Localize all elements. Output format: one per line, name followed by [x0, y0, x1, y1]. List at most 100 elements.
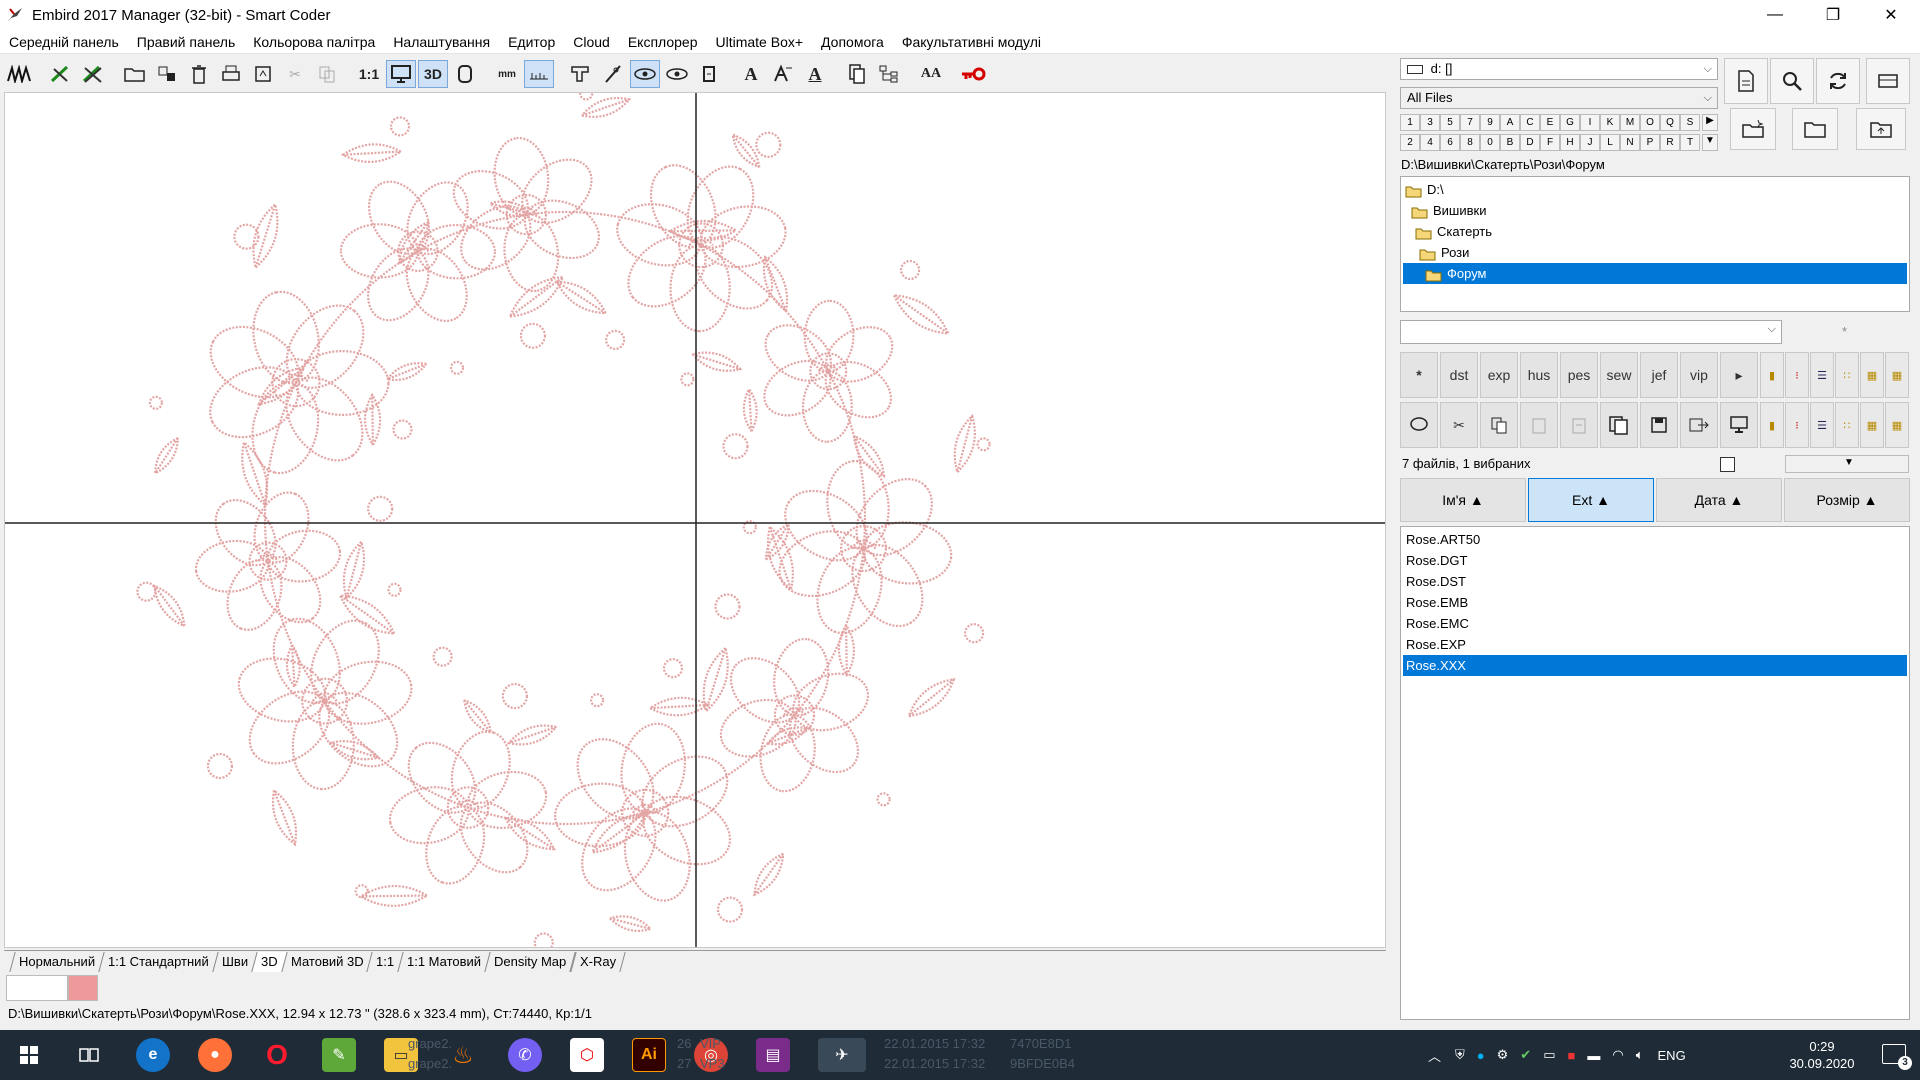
letter-filter-O[interactable]: O [1640, 114, 1660, 131]
ext-sew-button[interactable]: sew [1600, 352, 1638, 398]
save-icon[interactable] [1640, 402, 1678, 448]
letter-filter-L[interactable]: L [1600, 134, 1620, 151]
letter-filter-J[interactable]: J [1580, 134, 1600, 151]
wifi-icon[interactable]: ◠ [1612, 1047, 1623, 1063]
tree-item-forum[interactable]: Форум [1403, 263, 1907, 284]
send-to-machine-icon[interactable] [1720, 402, 1758, 448]
view-colors-icon[interactable]: ⁝ [1785, 352, 1809, 398]
task-view-icon[interactable] [72, 1038, 106, 1072]
volume-icon[interactable]: 🔈︎ [1636, 1047, 1644, 1063]
cut-icon[interactable]: ✂ [280, 60, 310, 88]
letter-scroll-down-icon[interactable]: ▼ [1702, 134, 1718, 151]
font-size-button[interactable]: AA [916, 60, 946, 88]
move-to-icon[interactable] [1680, 402, 1718, 448]
tree-structure-icon[interactable] [874, 60, 904, 88]
sort-date-button[interactable]: Дата ▲ [1656, 478, 1782, 522]
maximize-button[interactable]: ❐ [1804, 0, 1862, 30]
tab-matte-3d[interactable]: Матовий 3D [280, 952, 373, 972]
tree-item-rozy[interactable]: Рози [1419, 242, 1469, 263]
zoom-button[interactable] [1770, 58, 1814, 104]
letter-filter-8[interactable]: 8 [1460, 134, 1480, 151]
cut-file-icon[interactable]: ✂ [1440, 402, 1478, 448]
list-item[interactable]: Rose.EMB [1403, 592, 1907, 613]
list-item-selected[interactable]: Rose.XXX [1403, 655, 1907, 676]
minimize-button[interactable]: — [1746, 0, 1804, 30]
ext-dst-button[interactable]: dst [1440, 352, 1478, 398]
tree-item-drive[interactable]: D:\ [1405, 179, 1444, 200]
view-colors-icon[interactable]: ⁝ [1785, 402, 1809, 448]
acrobat-icon[interactable]: ⬡ [570, 1038, 604, 1072]
tab-1-1-matte[interactable]: 1:1 Матовий [397, 952, 491, 972]
print-icon[interactable] [216, 60, 246, 88]
tree-item-skatert[interactable]: Скатерть [1415, 221, 1492, 242]
page-icon[interactable] [248, 60, 278, 88]
key-license-icon[interactable] [958, 60, 988, 88]
letter-filter-K[interactable]: K [1600, 114, 1620, 131]
opera-icon[interactable]: O [260, 1038, 294, 1072]
list-item[interactable]: Rose.DGT [1403, 550, 1907, 571]
battery-icon[interactable]: ▬ [1587, 1048, 1600, 1063]
viber-icon[interactable]: ✆ [508, 1038, 542, 1072]
text-edit-icon[interactable] [768, 60, 798, 88]
view-large-grid-icon[interactable]: ▦ [1885, 352, 1909, 398]
eye-view-icon[interactable] [630, 60, 660, 88]
letter-filter-E[interactable]: E [1540, 114, 1560, 131]
skype-icon[interactable]: ● [1477, 1048, 1485, 1063]
open-folder-icon[interactable] [120, 60, 150, 88]
letter-filter-N[interactable]: N [1620, 134, 1640, 151]
monitor-view-icon[interactable] [386, 60, 416, 88]
menu-optional-modules[interactable]: Факультативні модулі [893, 34, 1050, 50]
list-item[interactable]: Rose.EMC [1403, 613, 1907, 634]
folder-button[interactable] [1792, 108, 1838, 150]
language-indicator[interactable]: ENG [1658, 1048, 1686, 1063]
archive-icon[interactable]: ▤ [756, 1038, 790, 1072]
refresh-button[interactable] [1816, 58, 1860, 104]
menu-help[interactable]: Допомога [812, 34, 893, 50]
thread-color-swatch[interactable] [68, 975, 98, 1001]
ext-more-button[interactable]: ▸ [1720, 352, 1758, 398]
letter-filter-3[interactable]: 3 [1420, 114, 1440, 131]
trash-icon[interactable] [184, 60, 214, 88]
design-canvas[interactable] [4, 92, 1386, 948]
menu-ultimate-box[interactable]: Ultimate Box+ [707, 34, 813, 50]
tab-density-map[interactable]: Density Map [484, 952, 577, 972]
tab-normal[interactable]: Нормальний [9, 952, 105, 972]
copy-icon[interactable] [312, 60, 342, 88]
drive-select[interactable]: d: [] ⌵ [1400, 58, 1718, 80]
clock[interactable]: 0:29 30.09.2020 [1782, 1038, 1862, 1072]
text-button[interactable]: A [736, 60, 766, 88]
convert-cancel-icon[interactable] [78, 60, 108, 88]
list-item[interactable]: Rose.ART50 [1403, 529, 1907, 550]
letter-filter-2[interactable]: 2 [1400, 134, 1420, 151]
network-tool-icon[interactable]: ⚙ [1497, 1047, 1509, 1063]
letter-filter-M[interactable]: M [1620, 114, 1640, 131]
documents-icon[interactable] [842, 60, 872, 88]
list-item[interactable]: Rose.DST [1403, 571, 1907, 592]
sort-ext-button[interactable]: Ext ▲ [1528, 478, 1654, 522]
paste-special-icon[interactable] [1560, 402, 1598, 448]
letter-filter-7[interactable]: 7 [1460, 114, 1480, 131]
sort-name-button[interactable]: Ім'я ▲ [1400, 478, 1526, 522]
view-grid-icon[interactable]: ▦ [1860, 402, 1884, 448]
ruler-mm-button[interactable]: mm [492, 60, 522, 88]
list-item[interactable]: Rose.EXP [1403, 634, 1907, 655]
edge-browser-icon[interactable]: e [136, 1038, 170, 1072]
select-all-checkbox[interactable] [1720, 457, 1735, 472]
copy-file-icon[interactable] [1480, 402, 1518, 448]
letter-scroll-right-icon[interactable]: ▶ [1702, 114, 1718, 131]
letter-filter-D[interactable]: D [1520, 134, 1540, 151]
view-list-icon[interactable]: ☰ [1810, 402, 1834, 448]
letter-filter-R[interactable]: R [1660, 134, 1680, 151]
ext-all-button[interactable]: * [1400, 352, 1438, 398]
tree-item-vyshyvky[interactable]: Вишивки [1411, 200, 1486, 221]
letter-filter-H[interactable]: H [1560, 134, 1580, 151]
file-filter-select[interactable]: All Files ⌵ [1400, 87, 1718, 109]
view-icons-icon[interactable]: ▮ [1760, 352, 1784, 398]
letter-filter-4[interactable]: 4 [1420, 134, 1440, 151]
folder-up-button[interactable] [1856, 108, 1906, 150]
letter-filter-B[interactable]: B [1500, 134, 1520, 151]
copy-to-icon[interactable] [1600, 402, 1638, 448]
hoop-icon[interactable] [450, 60, 480, 88]
close-button[interactable]: ✕ [1862, 0, 1920, 30]
app-red-icon[interactable]: ■ [1568, 1048, 1576, 1063]
